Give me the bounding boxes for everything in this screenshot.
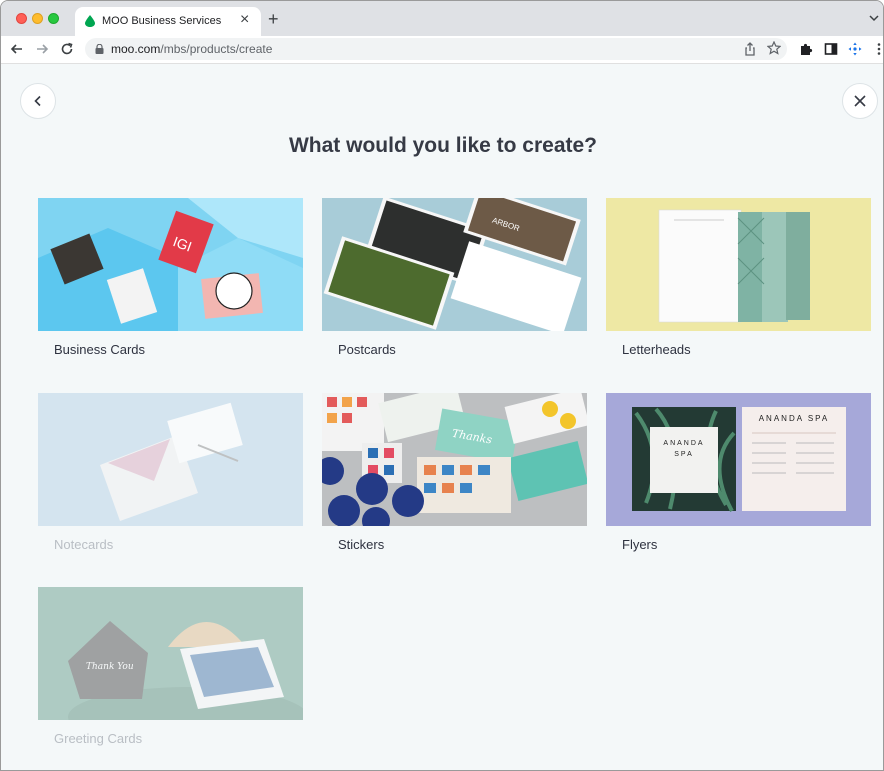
- back-button[interactable]: [20, 83, 56, 119]
- page-title: What would you like to create?: [288, 134, 598, 157]
- close-window-button[interactable]: [16, 13, 27, 24]
- letterheads-image: [606, 198, 871, 331]
- product-label: Postcards: [338, 342, 396, 357]
- postcards-image: ARBOR: [322, 198, 587, 331]
- product-card-business-cards[interactable]: IGI Business Cards: [38, 198, 303, 357]
- bookmark-star-icon[interactable]: [767, 41, 781, 55]
- forward-arrow-icon[interactable]: [34, 41, 50, 57]
- flyer-title-line-1: ANANDA: [663, 440, 704, 447]
- greeting-script-text: Thank You: [86, 662, 134, 672]
- product-label: Business Cards: [54, 342, 146, 357]
- product-card-postcards[interactable]: ARBOR Postcards: [322, 198, 587, 357]
- more-menu-icon[interactable]: [871, 41, 884, 57]
- product-card-greeting-cards: Thank You Greeting Cards: [38, 587, 303, 746]
- extensions-puzzle-icon[interactable]: [798, 41, 814, 57]
- reload-icon[interactable]: [59, 41, 75, 57]
- tab-bar: MOO Business Services × +: [1, 1, 883, 36]
- close-tab-icon[interactable]: ×: [240, 12, 249, 28]
- minimize-window-button[interactable]: [32, 13, 43, 24]
- product-card-flyers[interactable]: ANANDA SPA ANANDA SPA Flyers: [606, 393, 871, 552]
- product-label: Stickers: [338, 537, 385, 552]
- greeting-cards-image: Thank You: [38, 587, 303, 720]
- product-card-letterheads[interactable]: Letterheads: [606, 198, 871, 357]
- flyers-image: ANANDA SPA ANANDA SPA: [606, 393, 871, 526]
- page-content: What would you like to create? IGI Busin…: [1, 64, 883, 770]
- stickers-image: Thanks: [322, 393, 587, 526]
- notecards-image: [38, 393, 303, 526]
- tab-title: MOO Business Services: [102, 15, 222, 27]
- browser-toolbar: moo.com/mbs/products/create: [1, 36, 884, 64]
- product-card-stickers[interactable]: Thanks Stickers: [322, 393, 587, 552]
- lock-icon: [95, 44, 104, 54]
- product-label: Notecards: [54, 537, 114, 552]
- close-button[interactable]: [842, 83, 878, 119]
- flyer-title-line-2: SPA: [674, 451, 694, 458]
- new-tab-icon[interactable]: +: [268, 10, 279, 28]
- flyer-title-text: ANANDA SPA: [759, 414, 830, 423]
- business-cards-image: IGI: [38, 198, 303, 331]
- back-arrow-icon[interactable]: [9, 41, 25, 57]
- product-label: Greeting Cards: [54, 731, 143, 746]
- url-domain: moo.com: [111, 42, 161, 56]
- chevron-down-icon[interactable]: [869, 13, 879, 23]
- chevron-left-icon: [34, 95, 41, 107]
- share-icon[interactable]: [743, 42, 757, 56]
- moo-favicon-icon: [85, 15, 95, 27]
- address-bar[interactable]: moo.com/mbs/products/create: [85, 38, 787, 60]
- url-text: moo.com/mbs/products/create: [111, 42, 272, 56]
- extension-move-icon[interactable]: [847, 41, 863, 57]
- browser-window: MOO Business Services × + moo.com/mbs/pr…: [0, 0, 884, 771]
- close-icon: [854, 95, 866, 107]
- url-path: /mbs/products/create: [160, 42, 273, 56]
- product-card-notecards: Notecards: [38, 393, 303, 552]
- product-label: Letterheads: [622, 342, 691, 357]
- product-label: Flyers: [622, 537, 658, 552]
- browser-tab[interactable]: MOO Business Services ×: [75, 7, 261, 36]
- side-panel-icon[interactable]: [823, 41, 839, 57]
- maximize-window-button[interactable]: [48, 13, 59, 24]
